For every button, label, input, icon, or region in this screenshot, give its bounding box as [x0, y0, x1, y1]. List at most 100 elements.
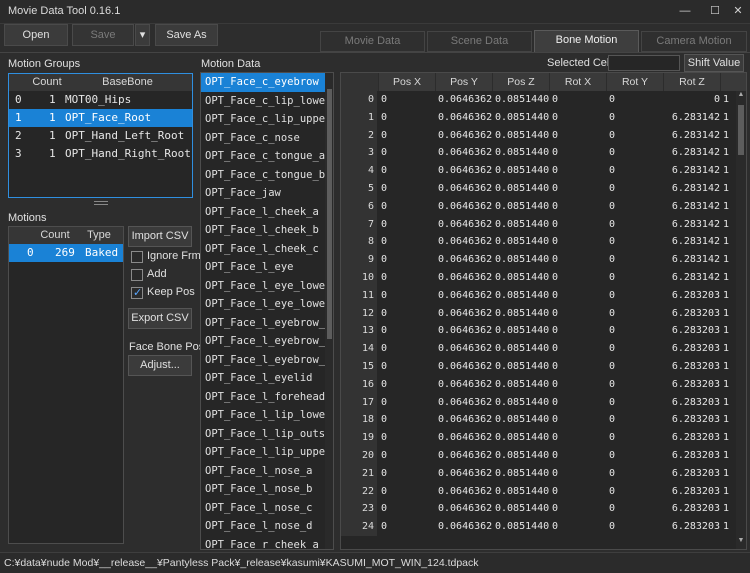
row-number[interactable]: 23 — [341, 500, 377, 519]
grid-cell[interactable]: 6.283203 — [666, 340, 720, 358]
grid-cell[interactable]: 1 — [723, 180, 736, 198]
grid-cell[interactable]: 0.0851440 — [495, 500, 549, 518]
table-row[interactable]: 4 0 0.0646362 0.0851440 0 0 6.283142 1 — [341, 162, 736, 180]
list-item[interactable]: OPT_Face_l_eyebrow_a — [201, 314, 331, 333]
list-item[interactable]: OPT_Face_l_eyelid — [201, 369, 325, 388]
table-row[interactable]: 21 0 0.0646362 0.0851440 0 0 6.283203 1 — [341, 464, 736, 483]
grid-cell[interactable]: 0 — [381, 109, 435, 127]
grid-cell[interactable]: 0 — [609, 394, 663, 412]
grid-cell[interactable]: 0.0851440 — [495, 109, 549, 127]
grid-cell[interactable]: 0 — [609, 376, 663, 394]
grid-cell[interactable]: 0 — [609, 429, 663, 447]
grid-cell[interactable]: 0 — [381, 216, 435, 234]
grid-cell[interactable]: 0.0851440 — [495, 216, 549, 234]
grid-cell[interactable]: 6.283203 — [666, 394, 720, 412]
grid-cell[interactable]: 0 — [609, 447, 663, 465]
grid-cell[interactable]: 0.0851440 — [495, 305, 549, 323]
grid-cell[interactable]: 0 — [666, 91, 720, 109]
grid-cell[interactable]: 0.0646362 — [438, 216, 492, 234]
grid-cell[interactable]: 0 — [381, 233, 435, 251]
grid-cell[interactable]: 0.0646362 — [438, 233, 492, 251]
grid-cell[interactable]: 0 — [609, 411, 663, 429]
grid-cell[interactable]: 0.0851440 — [495, 233, 549, 251]
grid-cell[interactable]: 0 — [552, 394, 606, 412]
grid-cell[interactable]: 1 — [723, 162, 736, 180]
list-item[interactable]: OPT_Face_c_tongue_a — [201, 147, 325, 166]
grid-cell[interactable]: 0 — [552, 340, 606, 358]
grid-cell[interactable]: 0.0646362 — [438, 269, 492, 287]
grid-cell[interactable]: 0 — [381, 287, 435, 305]
grid-cell[interactable]: 0.0851440 — [495, 269, 549, 287]
grid-cell[interactable]: 0 — [609, 216, 663, 234]
grid-cell[interactable]: 1 — [723, 500, 736, 518]
grid-cell[interactable]: 1 — [723, 394, 736, 412]
list-item[interactable]: OPT_Face_c_lip_lower — [201, 92, 331, 111]
table-row[interactable]: 1 0 0.0646362 0.0851440 0 0 6.283142 1 — [341, 108, 736, 127]
list-item[interactable]: OPT_Face_l_cheek_b — [201, 221, 325, 240]
grid-cell[interactable]: 0 — [381, 500, 435, 518]
grid-cell[interactable]: 1 — [723, 269, 736, 287]
grid-cell[interactable]: 0.0646362 — [438, 127, 492, 145]
table-row[interactable]: 11 0 0.0646362 0.0851440 0 0 6.283203 1 — [341, 286, 736, 305]
column-count[interactable]: Count — [31, 74, 63, 91]
row-number[interactable]: 10 — [341, 269, 377, 287]
grid-cell[interactable]: 1 — [723, 465, 736, 483]
grid-cell[interactable]: 0 — [609, 91, 663, 109]
scroll-down-icon[interactable]: ▼ — [737, 537, 745, 544]
grid-cell[interactable]: 0 — [609, 340, 663, 358]
list-item[interactable]: OPT_Face_c_nose — [201, 129, 325, 148]
grid-cell[interactable]: 0 — [381, 394, 435, 412]
ignore-frm-checkbox[interactable] — [131, 251, 143, 263]
column-pos-z[interactable]: Pos Z — [493, 73, 550, 91]
grid-cell[interactable]: 0.0646362 — [438, 376, 492, 394]
grid-cell[interactable]: 0 — [609, 162, 663, 180]
grid-cell[interactable]: 6.283142 — [666, 162, 720, 180]
grid-cell[interactable]: 0.0646362 — [438, 429, 492, 447]
grid-cell[interactable]: 0 — [381, 269, 435, 287]
table-row[interactable]: 23 0 0.0646362 0.0851440 0 0 6.283203 1 — [341, 500, 736, 519]
table-row[interactable]: 0 0 0.0646362 0.0851440 0 0 0 1 — [341, 91, 736, 109]
row-number[interactable]: 11 — [341, 286, 377, 305]
grid-cell[interactable]: 0 — [552, 91, 606, 109]
adjust-button[interactable]: Adjust... — [128, 355, 192, 376]
list-item[interactable]: OPT_Face_l_forehead — [201, 388, 325, 407]
grid-cell[interactable]: 0.0851440 — [495, 162, 549, 180]
grid-cell[interactable]: 0.0851440 — [495, 518, 549, 536]
table-row[interactable]: 5 0 0.0646362 0.0851440 0 0 6.283142 1 — [341, 180, 736, 198]
grid-cell[interactable]: 6.283203 — [666, 411, 720, 429]
shift-value-button[interactable]: Shift Value — [684, 54, 744, 72]
grid-cell[interactable]: 6.283203 — [666, 287, 720, 305]
grid-cell[interactable]: 0 — [381, 340, 435, 358]
table-row[interactable]: 18 0 0.0646362 0.0851440 0 0 6.283203 1 — [341, 411, 736, 430]
grid-cell[interactable]: 0.0646362 — [438, 465, 492, 483]
grid-cell[interactable]: 0 — [552, 483, 606, 501]
grid-cell[interactable]: 1 — [723, 109, 736, 127]
row-number[interactable]: 0 — [341, 91, 377, 109]
grid-cell[interactable]: 0.0646362 — [438, 162, 492, 180]
row-number[interactable]: 6 — [341, 197, 377, 216]
grid-cell[interactable]: 0.0646362 — [438, 322, 492, 340]
grid-cell[interactable]: 6.283142 — [666, 216, 720, 234]
import-csv-button[interactable]: Import CSV — [128, 226, 192, 247]
list-item[interactable]: OPT_Face_l_cheek_c — [201, 240, 325, 259]
grid-cell[interactable]: 1 — [723, 518, 736, 536]
grid-cell[interactable]: 0 — [381, 376, 435, 394]
table-row[interactable]: 12 0 0.0646362 0.0851440 0 0 6.283203 1 — [341, 304, 736, 323]
grid-cell[interactable]: 0 — [381, 411, 435, 429]
row-number[interactable]: 7 — [341, 215, 377, 234]
minimize-button[interactable]: — — [676, 3, 694, 19]
grid-cell[interactable]: 0.0646362 — [438, 180, 492, 198]
grid-cell[interactable]: 6.283142 — [666, 109, 720, 127]
grid-cell[interactable]: 1 — [723, 216, 736, 234]
list-item[interactable]: OPT_Face_l_eyebrow_b — [201, 332, 331, 351]
column-rot-x[interactable]: Rot X — [550, 73, 607, 91]
column-rot-y[interactable]: Rot Y — [607, 73, 664, 91]
grid-cell[interactable]: 0.0851440 — [495, 376, 549, 394]
grid-cell[interactable]: 0 — [381, 162, 435, 180]
grid-cell[interactable]: 0 — [552, 109, 606, 127]
column-count[interactable]: Count — [37, 227, 73, 244]
grid-cell[interactable]: 0 — [552, 376, 606, 394]
table-row[interactable]: 10 0 0.0646362 0.0851440 0 0 6.283142 1 — [341, 269, 736, 287]
grid-cell[interactable]: 0.0851440 — [495, 322, 549, 340]
table-row[interactable]: 20 0 0.0646362 0.0851440 0 0 6.283203 1 — [341, 447, 736, 465]
